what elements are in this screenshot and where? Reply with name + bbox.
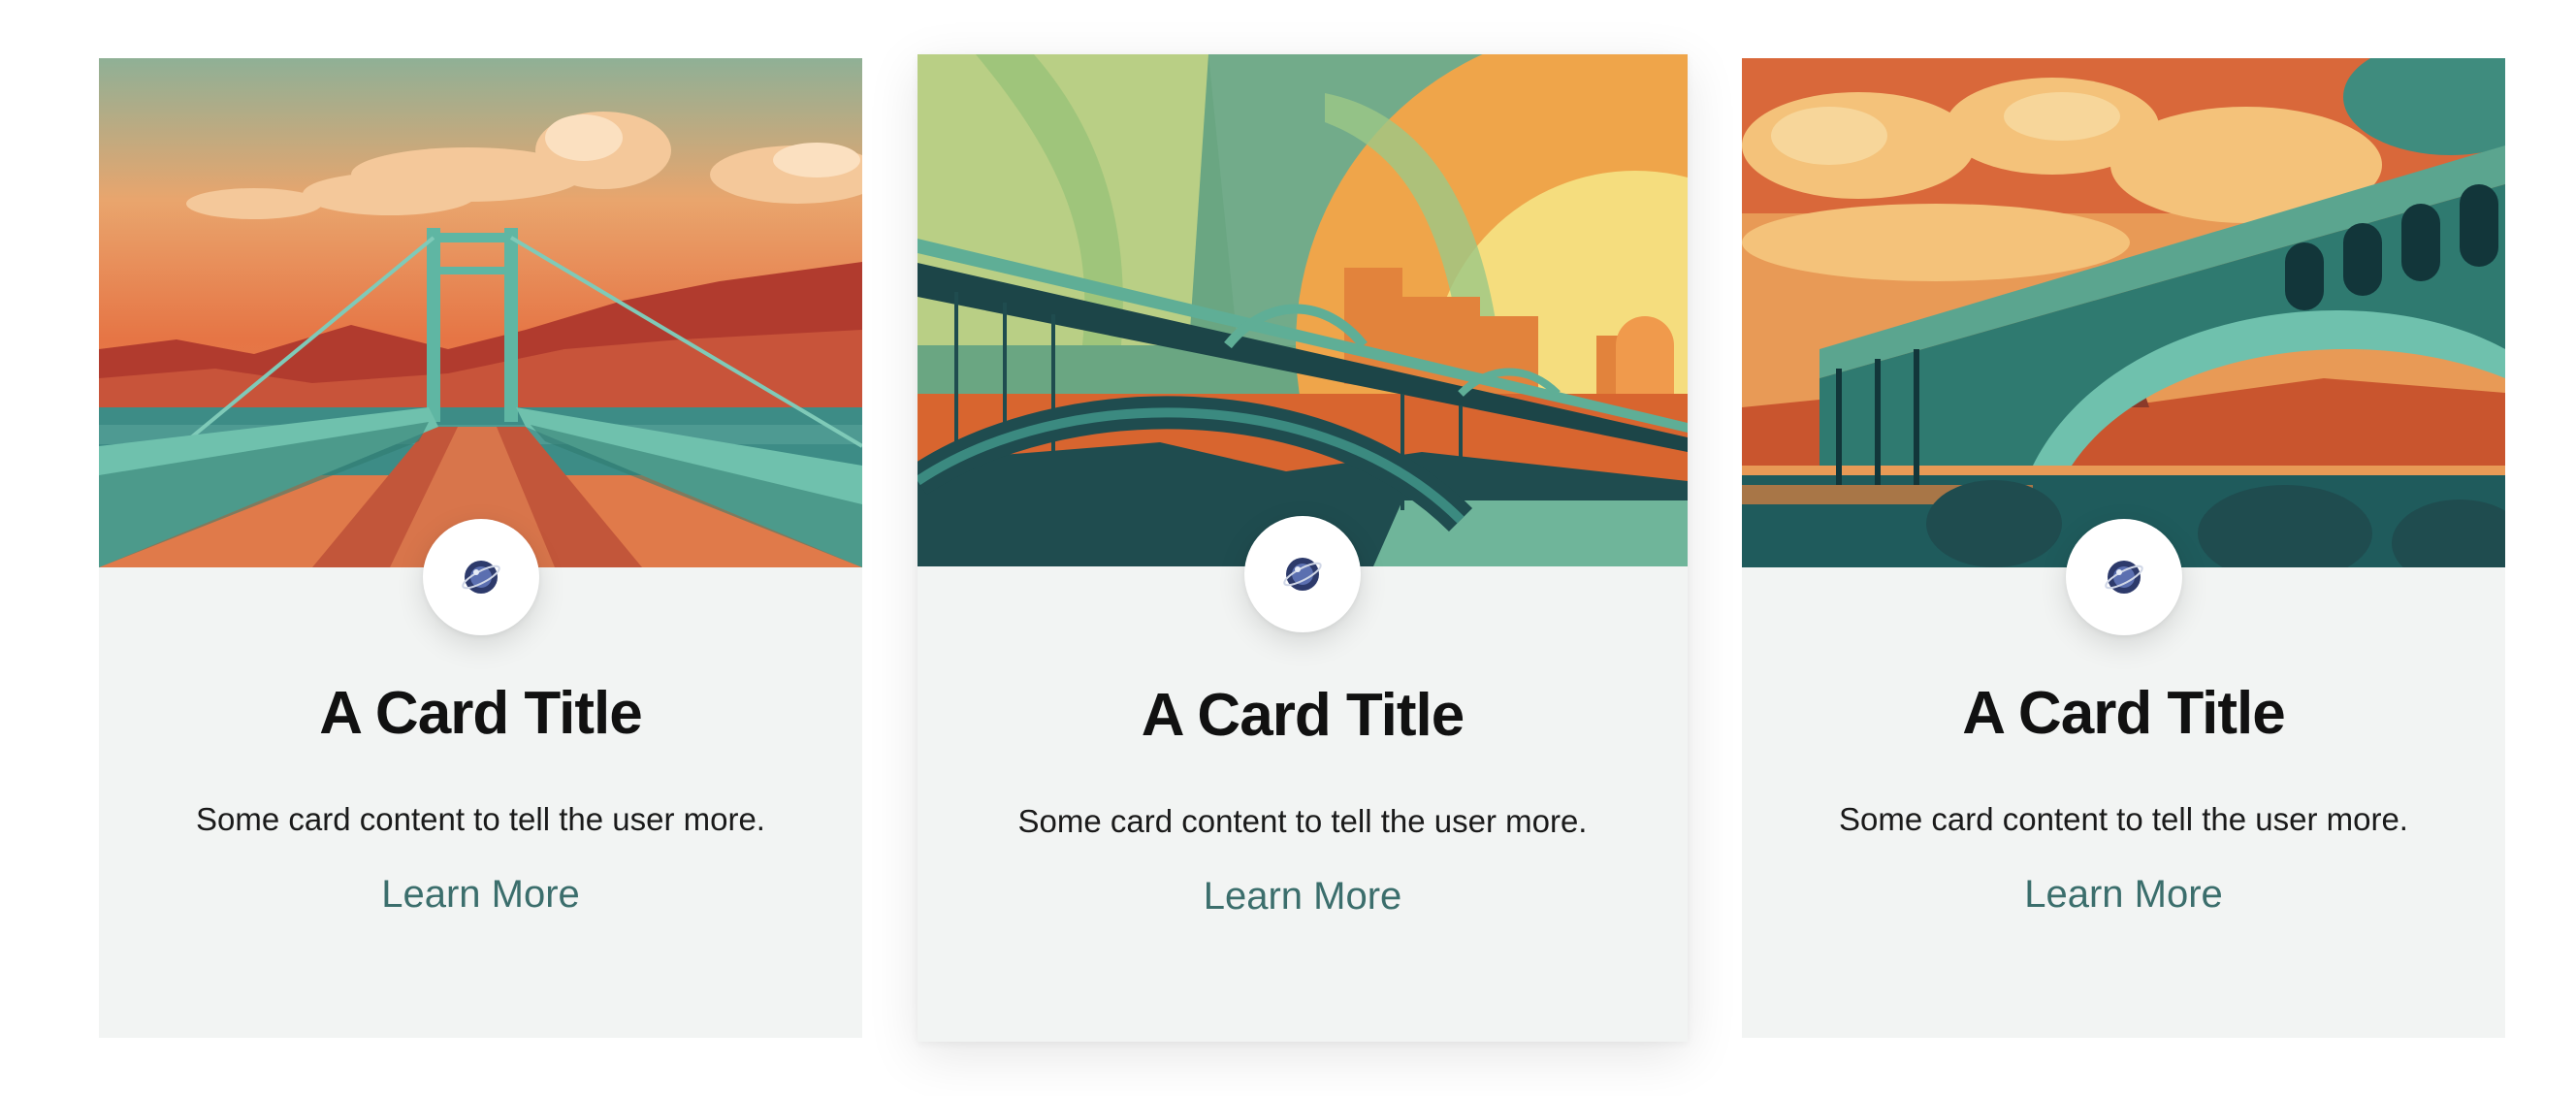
card-title: A Card Title xyxy=(1141,682,1465,749)
card-image-suspension-bridge xyxy=(99,58,862,567)
card: A Card Title Some card content to tell t… xyxy=(1742,58,2505,1038)
learn-more-link[interactable]: Learn More xyxy=(918,875,1688,919)
planet-icon xyxy=(461,561,500,594)
bridge-illustration-1 xyxy=(99,58,862,567)
bridge-illustration-2 xyxy=(918,54,1688,566)
learn-more-link[interactable]: Learn More xyxy=(1742,873,2505,917)
card-title: A Card Title xyxy=(1962,680,2286,747)
avatar xyxy=(2065,519,2182,635)
avatar xyxy=(1244,516,1361,632)
card: A Card Title Some card content to tell t… xyxy=(918,54,1688,1042)
card-text: Some card content to tell the user more. xyxy=(196,801,765,837)
card: A Card Title Some card content to tell t… xyxy=(99,58,862,1038)
card-image-arch-bridge xyxy=(918,54,1688,566)
planet-icon xyxy=(2104,561,2143,594)
bridge-illustration-3 xyxy=(1742,58,2505,567)
card-text: Some card content to tell the user more. xyxy=(1017,803,1588,839)
card-image-stone-arch-bridge xyxy=(1742,58,2505,567)
avatar xyxy=(422,519,539,635)
planet-icon xyxy=(1283,558,1322,591)
card-text: Some card content to tell the user more. xyxy=(1839,801,2408,837)
learn-more-link[interactable]: Learn More xyxy=(99,873,862,917)
card-title: A Card Title xyxy=(319,680,643,747)
